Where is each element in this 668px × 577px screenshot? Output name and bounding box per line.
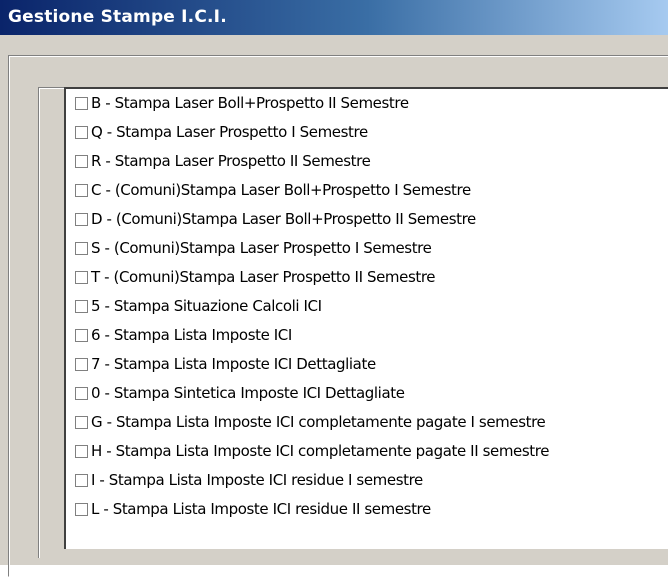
checkbox[interactable]: [75, 328, 88, 342]
list-item-0[interactable]: 0 - Stampa Sintetica Imposte ICI Dettagl…: [75, 382, 405, 404]
list-item-i[interactable]: I - Stampa Lista Imposte ICI residue I s…: [75, 469, 423, 491]
option-label: 7 - Stampa Lista Imposte ICI Dettagliate: [91, 355, 376, 373]
option-label: R - Stampa Laser Prospetto II Semestre: [91, 152, 371, 170]
checkbox[interactable]: [75, 183, 88, 197]
option-label: D - (Comuni)Stampa Laser Boll+Prospetto …: [91, 210, 476, 228]
option-label: S - (Comuni)Stampa Laser Prospetto I Sem…: [91, 239, 432, 257]
list-item-t[interactable]: T - (Comuni)Stampa Laser Prospetto II Se…: [75, 266, 436, 288]
option-label: T - (Comuni)Stampa Laser Prospetto II Se…: [91, 268, 436, 286]
option-label: C - (Comuni)Stampa Laser Boll+Prospetto …: [91, 181, 471, 199]
checkbox[interactable]: [75, 96, 88, 110]
checkbox[interactable]: [75, 444, 88, 458]
window-title: Gestione Stampe I.C.I.: [8, 7, 227, 27]
checkbox[interactable]: [75, 212, 88, 226]
option-label: I - Stampa Lista Imposte ICI residue I s…: [91, 471, 423, 489]
list-item-b[interactable]: B - Stampa Laser Boll+Prospetto II Semes…: [75, 92, 409, 114]
list-item-d[interactable]: D - (Comuni)Stampa Laser Boll+Prospetto …: [75, 208, 476, 230]
list-item-6[interactable]: 6 - Stampa Lista Imposte ICI: [75, 324, 292, 346]
option-label: H - Stampa Lista Imposte ICI completamen…: [91, 442, 550, 460]
list-item-c[interactable]: C - (Comuni)Stampa Laser Boll+Prospetto …: [75, 179, 471, 201]
option-label: L - Stampa Lista Imposte ICI residue II …: [91, 500, 431, 518]
list-item-l[interactable]: L - Stampa Lista Imposte ICI residue II …: [75, 498, 431, 520]
option-label: 5 - Stampa Situazione Calcoli ICI: [91, 297, 322, 315]
list-item-7[interactable]: 7 - Stampa Lista Imposte ICI Dettagliate: [75, 353, 376, 375]
option-label: Q - Stampa Laser Prospetto I Semestre: [91, 123, 368, 141]
list-item-g[interactable]: G - Stampa Lista Imposte ICI completamen…: [75, 411, 546, 433]
option-label: 6 - Stampa Lista Imposte ICI: [91, 326, 292, 344]
option-label: 0 - Stampa Sintetica Imposte ICI Dettagl…: [91, 384, 405, 402]
option-label: G - Stampa Lista Imposte ICI completamen…: [91, 413, 546, 431]
print-options-list: B - Stampa Laser Boll+Prospetto II Semes…: [64, 87, 668, 549]
list-item-h[interactable]: H - Stampa Lista Imposte ICI completamen…: [75, 440, 549, 462]
print-management-window: Gestione Stampe I.C.I. B - Stampa Laser …: [0, 0, 668, 577]
title-bar[interactable]: Gestione Stampe I.C.I.: [0, 0, 668, 35]
checkbox[interactable]: [75, 154, 88, 168]
checkbox[interactable]: [75, 386, 88, 400]
checkbox[interactable]: [75, 270, 88, 284]
checkbox[interactable]: [75, 415, 88, 429]
checkbox[interactable]: [75, 502, 88, 516]
list-item-5[interactable]: 5 - Stampa Situazione Calcoli ICI: [75, 295, 322, 317]
checkbox[interactable]: [75, 473, 88, 487]
checkbox[interactable]: [75, 299, 88, 313]
option-label: B - Stampa Laser Boll+Prospetto II Semes…: [91, 94, 409, 112]
checkbox[interactable]: [75, 357, 88, 371]
list-item-q[interactable]: Q - Stampa Laser Prospetto I Semestre: [75, 121, 368, 143]
list-item-s[interactable]: S - (Comuni)Stampa Laser Prospetto I Sem…: [75, 237, 432, 259]
checkbox[interactable]: [75, 241, 88, 255]
checkbox[interactable]: [75, 125, 88, 139]
list-item-r[interactable]: R - Stampa Laser Prospetto II Semestre: [75, 150, 371, 172]
